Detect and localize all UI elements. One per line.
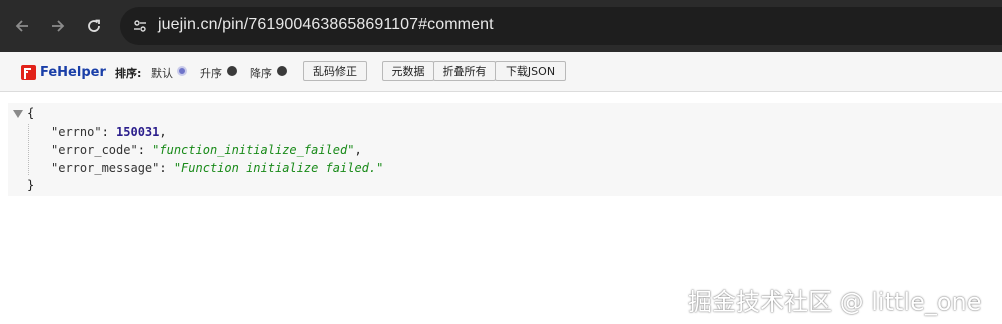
sort-default-radio[interactable] (177, 66, 187, 76)
sort-desc-radio[interactable] (277, 66, 287, 76)
indent-guide (28, 124, 29, 175)
fehelper-logo-icon (21, 64, 36, 80)
browser-top-bar: juejin.cn/pin/7619004638658691107#commen… (0, 0, 1002, 52)
json-entry-error-message: "error_message": "Function initialize fa… (51, 161, 384, 175)
site-info-button[interactable] (128, 14, 152, 38)
url-text[interactable]: juejin.cn/pin/7619004638658691107#commen… (158, 16, 494, 34)
json-number-value: 150031 (116, 125, 160, 139)
download-json-button[interactable]: 下载JSON (495, 61, 566, 81)
fehelper-brand[interactable]: FeHelper (21, 63, 106, 81)
json-key: "errno" (51, 125, 102, 139)
sort-asc-label[interactable]: 升序 (200, 65, 222, 81)
collapse-all-button[interactable]: 折叠所有 (433, 61, 496, 81)
json-entry-errno: "errno": 150031, (51, 125, 167, 139)
fix-encoding-button[interactable]: 乱码修正 (303, 61, 367, 81)
forward-button[interactable] (45, 13, 71, 39)
address-bar[interactable]: juejin.cn/pin/7619004638658691107#commen… (120, 7, 1002, 45)
reload-icon (88, 19, 100, 32)
watermark-text: 掘金技术社区 @ little_one (688, 288, 982, 316)
sort-desc-label[interactable]: 降序 (250, 65, 272, 81)
json-entry-error-code: "error_code": "function_initialize_faile… (51, 143, 362, 157)
json-string-value: "Function initialize failed." (173, 161, 384, 175)
metadata-button[interactable]: 元数据 (382, 61, 434, 81)
sort-asc-radio[interactable] (227, 66, 237, 76)
arrow-left-icon (15, 20, 28, 32)
json-string-value: "function_initialize_failed" (152, 143, 355, 157)
arrow-right-icon (52, 20, 65, 32)
fehelper-toolbar: FeHelper 排序: 默认 升序 降序 乱码修正 元数据 折叠所有 下载JS… (0, 52, 1002, 92)
json-open-brace: { (27, 106, 35, 120)
json-key: "error_code" (51, 143, 138, 157)
reload-button[interactable] (81, 13, 107, 39)
sort-label: 排序: (115, 67, 142, 80)
brand-name: FeHelper (40, 64, 106, 80)
tune-icon (134, 20, 146, 32)
sort-default-label[interactable]: 默认 (151, 65, 173, 81)
json-key: "error_message" (51, 161, 160, 175)
json-close-brace: } (27, 178, 35, 192)
back-button[interactable] (9, 13, 35, 39)
collapse-toggle-icon[interactable] (13, 110, 23, 118)
